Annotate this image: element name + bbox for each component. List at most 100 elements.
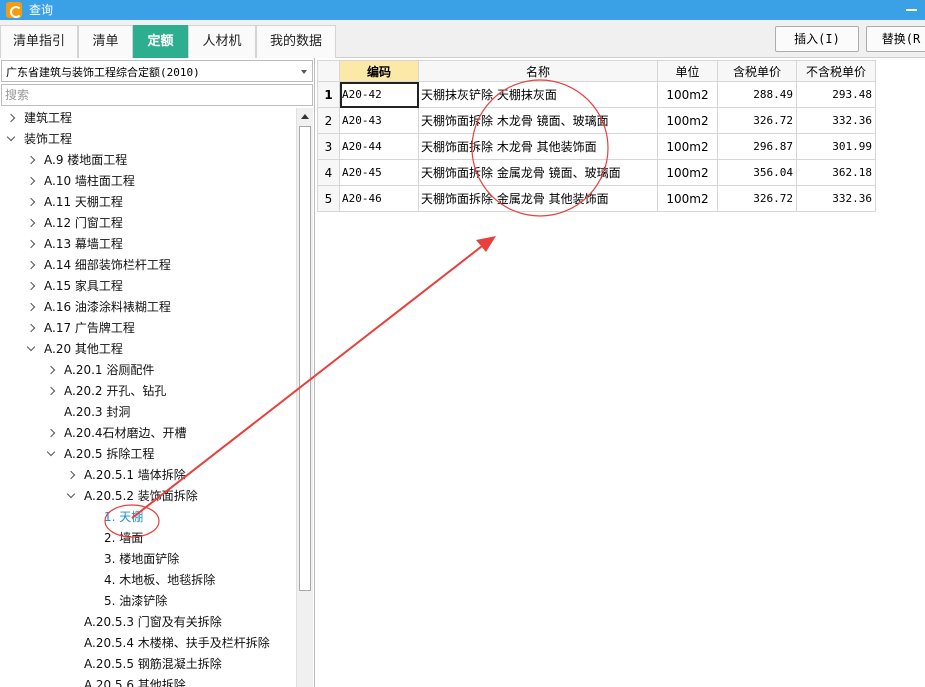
price-notax-cell[interactable]: 293.48 — [796, 81, 876, 108]
tree-node[interactable]: A.20.2 开孔、钻孔 — [0, 381, 296, 402]
tree-node[interactable]: A.20.5.4 木楼梯、扶手及栏杆拆除 — [0, 633, 296, 654]
tree-node-label: 5. 油漆铲除 — [104, 594, 168, 608]
chevron-right-icon[interactable] — [26, 260, 36, 270]
tree-node[interactable]: A.20.4石材磨边、开槽 — [0, 423, 296, 444]
insert-button[interactable]: 插入(I) — [775, 26, 859, 52]
chevron-right-icon[interactable] — [26, 155, 36, 165]
tree-node[interactable]: A.10 墙柱面工程 — [0, 171, 296, 192]
tab-list[interactable]: 清单 — [78, 25, 133, 58]
tree-node[interactable]: A.12 门窗工程 — [0, 213, 296, 234]
code-cell[interactable]: A20-46 — [339, 185, 419, 212]
header-price-notax[interactable]: 不含税单价 — [796, 60, 876, 82]
table-row[interactable]: 2 A20-43 天棚饰面拆除 木龙骨 镜面、玻璃面 100m2 326.72 332.3… — [317, 107, 876, 134]
name-cell[interactable]: 天棚饰面拆除 木龙骨 其他装饰面 — [418, 133, 658, 160]
tree-node[interactable]: 3. 楼地面铲除 — [0, 549, 296, 570]
tree-node[interactable]: A.20.5.6 其他拆除 — [0, 675, 296, 687]
replace-button[interactable]: 替换(R — [866, 26, 925, 52]
row-number-cell[interactable]: 5 — [317, 185, 340, 212]
tree-scrollbar[interactable] — [296, 108, 313, 687]
tree-node[interactable]: A.20.3 封洞 — [0, 402, 296, 423]
row-number-cell[interactable]: 4 — [317, 159, 340, 186]
chevron-right-icon[interactable] — [46, 386, 56, 396]
tree-node[interactable]: 5. 油漆铲除 — [0, 591, 296, 612]
price-notax-cell[interactable]: 301.99 — [796, 133, 876, 160]
chevron-right-icon[interactable] — [26, 218, 36, 228]
row-number-cell[interactable]: 2 — [317, 107, 340, 134]
chevron-right-icon[interactable] — [26, 197, 36, 207]
scroll-up-icon[interactable] — [301, 114, 309, 119]
price-notax-cell[interactable]: 362.18 — [796, 159, 876, 186]
tab-quota[interactable]: 定额 — [133, 25, 188, 58]
header-price-tax[interactable]: 含税单价 — [717, 60, 797, 82]
tree-node[interactable]: 建筑工程 — [0, 108, 296, 129]
tab-labor-material-machine[interactable]: 人材机 — [188, 25, 256, 58]
tree-node[interactable]: A.20.1 浴厕配件 — [0, 360, 296, 381]
tab-my-data[interactable]: 我的数据 — [256, 25, 336, 58]
tree-node[interactable]: 装饰工程 — [0, 129, 296, 150]
unit-cell[interactable]: 100m2 — [657, 107, 718, 134]
unit-cell[interactable]: 100m2 — [657, 185, 718, 212]
code-cell[interactable]: A20-42 — [339, 81, 419, 108]
price-tax-cell[interactable]: 326.72 — [717, 185, 797, 212]
tree-node[interactable]: A.20.5.5 钢筋混凝土拆除 — [0, 654, 296, 675]
tree-node[interactable]: A.20.5.3 门窗及有关拆除 — [0, 612, 296, 633]
code-cell[interactable]: A20-43 — [339, 107, 419, 134]
unit-cell[interactable]: 100m2 — [657, 133, 718, 160]
chevron-down-icon[interactable] — [66, 489, 76, 499]
table-row[interactable]: 4 A20-45 天棚饰面拆除 金属龙骨 镜面、玻璃面 100m2 356.04 362.… — [317, 159, 876, 186]
table-row[interactable]: 1 A20-42 天棚抹灰铲除 天棚抹灰面 100m2 288.49 293.48 — [317, 81, 876, 108]
price-notax-cell[interactable]: 332.36 — [796, 107, 876, 134]
chevron-right-icon[interactable] — [66, 470, 76, 480]
chevron-right-icon[interactable] — [46, 428, 56, 438]
unit-cell[interactable]: 100m2 — [657, 159, 718, 186]
tree-node[interactable]: A.20.5.2 装饰面拆除 — [0, 486, 296, 507]
tree-node[interactable]: A.20.5.1 墙体拆除 — [0, 465, 296, 486]
table-row[interactable]: 3 A20-44 天棚饰面拆除 木龙骨 其他装饰面 100m2 296.87 301.99 — [317, 133, 876, 160]
price-tax-cell[interactable]: 296.87 — [717, 133, 797, 160]
tab-list-guide[interactable]: 清单指引 — [0, 25, 78, 58]
chevron-right-icon[interactable] — [26, 239, 36, 249]
code-cell[interactable]: A20-45 — [339, 159, 419, 186]
quota-library-select[interactable]: 广东省建筑与装饰工程综合定额(2010) — [1, 60, 313, 82]
minimize-icon[interactable] — [906, 9, 917, 11]
header-code[interactable]: 编码 — [339, 60, 419, 82]
tree-node[interactable]: A.15 家具工程 — [0, 276, 296, 297]
chevron-right-icon[interactable] — [26, 302, 36, 312]
chevron-right-icon[interactable] — [26, 281, 36, 291]
chevron-right-icon[interactable] — [26, 323, 36, 333]
tree-node[interactable]: A.20.5 拆除工程 — [0, 444, 296, 465]
name-cell[interactable]: 天棚饰面拆除 木龙骨 镜面、玻璃面 — [418, 107, 658, 134]
chevron-down-icon[interactable] — [46, 447, 56, 457]
tree-node[interactable]: A.13 幕墙工程 — [0, 234, 296, 255]
tree-node[interactable]: A.20 其他工程 — [0, 339, 296, 360]
tree-node[interactable]: 2. 墙面 — [0, 528, 296, 549]
chevron-down-icon[interactable] — [26, 342, 36, 352]
price-notax-cell[interactable]: 332.36 — [796, 185, 876, 212]
tree-node[interactable]: A.11 天棚工程 — [0, 192, 296, 213]
tree-node[interactable]: A.16 油漆涂料裱糊工程 — [0, 297, 296, 318]
chevron-right-icon[interactable] — [46, 365, 56, 375]
unit-cell[interactable]: 100m2 — [657, 81, 718, 108]
tree-node[interactable]: 4. 木地板、地毯拆除 — [0, 570, 296, 591]
row-number-cell[interactable]: 1 — [317, 81, 340, 108]
table-row[interactable]: 5 A20-46 天棚饰面拆除 金属龙骨 其他装饰面 100m2 326.72 332.3… — [317, 185, 876, 212]
scrollbar-thumb[interactable] — [299, 126, 311, 591]
tree-node[interactable]: A.9 楼地面工程 — [0, 150, 296, 171]
name-cell[interactable]: 天棚抹灰铲除 天棚抹灰面 — [418, 81, 658, 108]
row-number-cell[interactable]: 3 — [317, 133, 340, 160]
name-cell[interactable]: 天棚饰面拆除 金属龙骨 其他装饰面 — [418, 185, 658, 212]
search-input[interactable] — [1, 84, 313, 106]
code-cell[interactable]: A20-44 — [339, 133, 419, 160]
tree-node[interactable]: A.17 广告牌工程 — [0, 318, 296, 339]
price-tax-cell[interactable]: 356.04 — [717, 159, 797, 186]
header-unit[interactable]: 单位 — [657, 60, 718, 82]
chevron-right-icon[interactable] — [26, 176, 36, 186]
tree-node[interactable]: 1. 天棚 — [0, 507, 296, 528]
price-tax-cell[interactable]: 288.49 — [717, 81, 797, 108]
chevron-right-icon[interactable] — [6, 113, 16, 123]
tree-node[interactable]: A.14 细部装饰栏杆工程 — [0, 255, 296, 276]
price-tax-cell[interactable]: 326.72 — [717, 107, 797, 134]
header-name[interactable]: 名称 — [418, 60, 658, 82]
chevron-down-icon[interactable] — [6, 132, 16, 142]
name-cell[interactable]: 天棚饰面拆除 金属龙骨 镜面、玻璃面 — [418, 159, 658, 186]
